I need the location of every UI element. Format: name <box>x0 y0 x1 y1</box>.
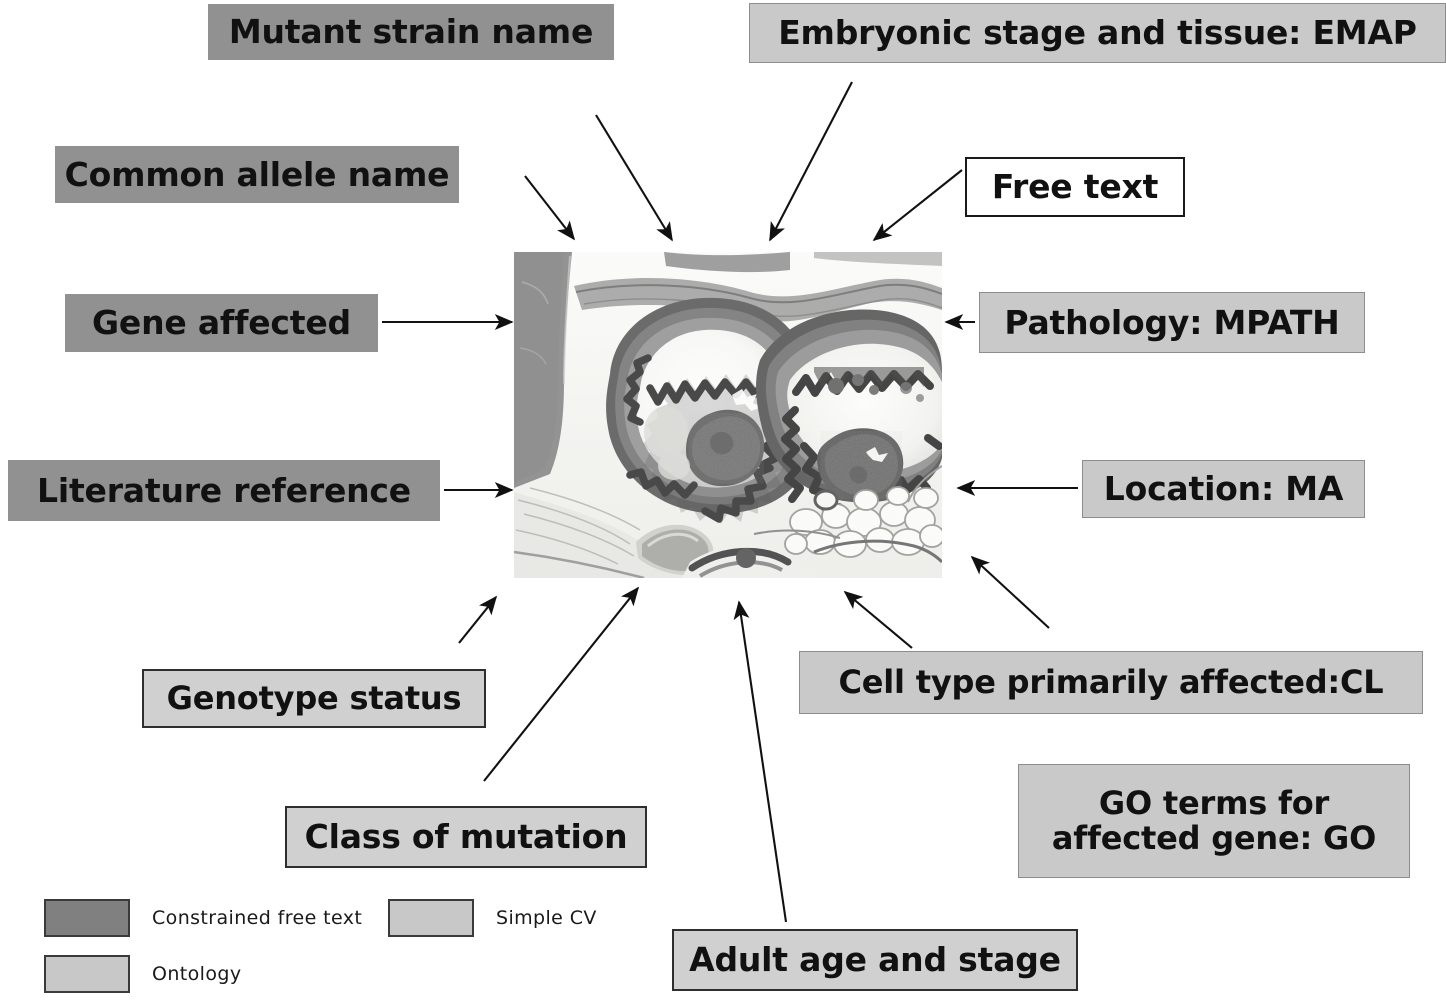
figure-canvas: Mutant strain name Embryonic stage and ti… <box>0 0 1446 1003</box>
label-text-adult-age-stage: Adult age and stage <box>689 940 1061 980</box>
legend-ontology-text: Ontology <box>152 963 242 985</box>
legend-simple-cv-text: Simple CV <box>496 907 597 929</box>
histology-micrograph <box>514 252 942 578</box>
micrograph-rendering <box>514 252 942 578</box>
label-pathology-mpath[interactable]: Pathology: MPATH <box>979 292 1365 353</box>
label-embryonic-stage[interactable]: Embryonic stage and tissue: EMAP <box>749 3 1446 63</box>
legend-simple-cv-swatch <box>388 899 474 937</box>
label-text-embryonic-stage: Embryonic stage and tissue: EMAP <box>778 13 1417 53</box>
arrow-cell-type-affected <box>843 590 913 649</box>
label-text-free-text: Free text <box>991 167 1159 207</box>
legend-constrained-free-text: Constrained free text <box>44 899 362 937</box>
legend-simple-cv: Simple CV <box>388 899 597 937</box>
label-text-class-of-mutation: Class of mutation <box>304 817 628 857</box>
arrow-free-text <box>872 169 963 242</box>
label-class-of-mutation[interactable]: Class of mutation <box>285 806 647 868</box>
label-text-genotype-status: Genotype status <box>166 679 462 718</box>
label-text-pathology-mpath: Pathology: MPATH <box>1004 302 1340 342</box>
label-text-location-ma: Location: MA <box>1103 469 1344 509</box>
label-text-common-allele-name: Common allele name <box>64 154 450 194</box>
label-text-go-terms: GO terms for affected gene: GO <box>1051 784 1377 857</box>
arrow-mutant-strain-name <box>595 114 673 242</box>
legend-ontology-swatch <box>44 955 130 993</box>
label-text-gene-affected: Gene affected <box>92 303 351 343</box>
label-text-literature-reference: Literature reference <box>37 470 411 510</box>
label-common-allele-name[interactable]: Common allele name <box>55 146 459 203</box>
label-adult-age-stage[interactable]: Adult age and stage <box>672 929 1078 991</box>
arrow-go-terms <box>970 555 1050 629</box>
label-go-terms[interactable]: GO terms for affected gene: GO <box>1018 764 1410 878</box>
arrow-adult-age-stage <box>733 600 788 923</box>
label-text-cell-type-affected: Cell type primarily affected:CL <box>838 663 1384 702</box>
arrow-embryonic-stage <box>769 81 853 242</box>
label-free-text[interactable]: Free text <box>965 157 1185 217</box>
label-cell-type-affected[interactable]: Cell type primarily affected:CL <box>799 651 1423 714</box>
legend-ontology: Ontology <box>44 955 241 993</box>
label-genotype-status[interactable]: Genotype status <box>142 669 486 728</box>
label-location-ma[interactable]: Location: MA <box>1082 460 1365 518</box>
legend-constrained-free-text-text: Constrained free text <box>152 907 363 929</box>
label-gene-affected[interactable]: Gene affected <box>65 294 378 352</box>
label-mutant-strain-name[interactable]: Mutant strain name <box>208 4 614 60</box>
arrow-genotype-status <box>458 595 498 644</box>
label-literature-reference[interactable]: Literature reference <box>8 460 440 521</box>
legend-constrained-free-text-swatch <box>44 899 130 937</box>
arrow-class-of-mutation <box>483 586 640 782</box>
label-text-mutant-strain-name: Mutant strain name <box>228 12 594 52</box>
arrow-common-allele-name <box>524 175 576 241</box>
